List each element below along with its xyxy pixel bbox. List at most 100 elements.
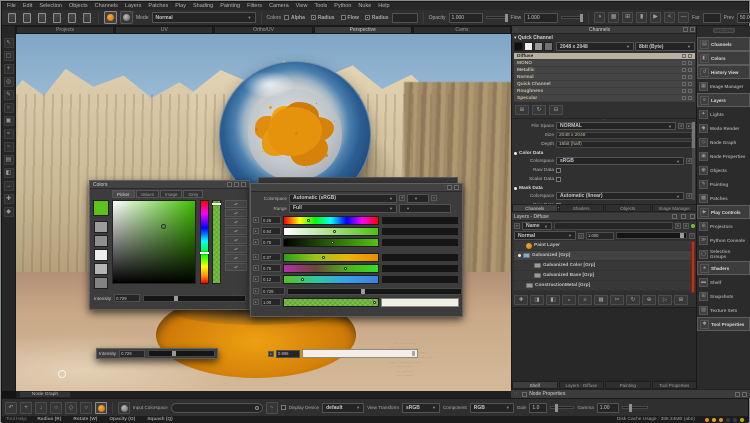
green-value[interactable]: 0.75 — [261, 264, 281, 272]
cache-cell[interactable] — [682, 75, 686, 79]
color-swatch[interactable] — [94, 249, 108, 261]
mask-colorspace-select[interactable]: Automatic (linear)▼ — [556, 192, 684, 200]
flow-slider[interactable] — [561, 16, 583, 19]
menu-item[interactable]: Nuke — [358, 3, 371, 9]
nav-tool-button[interactable]: + — [20, 402, 32, 414]
expand-icon[interactable]: ▸ — [253, 217, 259, 223]
menu-item[interactable]: Patches — [148, 3, 168, 9]
channel-row[interactable]: Specular — [514, 95, 695, 102]
toolbar-icon[interactable]: ▶ — [650, 12, 661, 23]
palette-item[interactable]: ⊕Projectors — [697, 219, 750, 233]
erase-tool-button[interactable] — [120, 11, 133, 24]
nav-tool-button[interactable]: ◇ — [65, 402, 77, 414]
menu-item[interactable]: Play — [175, 3, 186, 9]
close-icon[interactable] — [454, 185, 459, 190]
collapse-icon[interactable] — [683, 27, 688, 32]
color-data-section[interactable]: Color Data — [514, 149, 692, 157]
saturation-slider[interactable] — [283, 227, 379, 236]
gamma-field[interactable]: 1.00 — [597, 403, 619, 413]
archive-icon[interactable] — [83, 13, 91, 23]
value-field[interactable]: 0.995 — [276, 350, 300, 358]
menu-item[interactable]: Filters — [247, 3, 262, 9]
viewport-tab[interactable]: Ortho/UV — [214, 26, 312, 34]
minimize-icon[interactable] — [227, 182, 232, 187]
reset-button[interactable]: ↺ — [678, 123, 684, 129]
red-slider[interactable] — [283, 253, 379, 262]
detach-icon[interactable] — [234, 182, 239, 187]
expand-icon[interactable]: ▸ — [253, 228, 259, 234]
nav-tool-button[interactable]: ○ — [80, 402, 92, 414]
layers-scrollbar[interactable] — [691, 241, 695, 293]
sc rollbar[interactable] — [692, 122, 695, 200]
expand-icon[interactable]: ▸ — [253, 239, 259, 245]
colormap-dialog-titlebar[interactable] — [251, 184, 462, 192]
menu-item[interactable]: Edit — [23, 3, 32, 9]
tool-button[interactable]: ▤ — [4, 155, 14, 165]
save-project-icon[interactable] — [38, 13, 46, 23]
expand-icon[interactable]: ▸ — [253, 254, 259, 260]
remove-channel-button[interactable]: ⊟ — [549, 105, 563, 115]
expand-icon[interactable]: ▸ — [253, 299, 259, 305]
layer-action-button[interactable]: ↻ — [626, 295, 640, 305]
hue-value[interactable]: 0.26 — [261, 216, 281, 224]
reset-button[interactable]: ↺ — [399, 195, 405, 201]
drag-handle-icon[interactable]: ∷ — [514, 27, 518, 33]
value-slider[interactable] — [283, 238, 379, 247]
history-icon[interactable]: ↻ — [675, 223, 681, 229]
lock-cell[interactable] — [688, 89, 692, 93]
menu-item[interactable]: Tools — [314, 3, 327, 9]
intensity-field[interactable]: 0.729 — [114, 294, 140, 302]
menu-item[interactable]: Objects — [69, 3, 88, 9]
display-device-select[interactable]: default▼ — [322, 403, 364, 413]
channel-depth-select[interactable]: 8bit (Byte)▼ — [635, 42, 695, 51]
tool-button[interactable]: ✎ — [4, 90, 14, 100]
panel-tab[interactable]: Shaders — [559, 204, 605, 212]
option-checkbox[interactable]: Alpha — [284, 15, 305, 21]
layer-action-button[interactable]: ◧ — [546, 295, 560, 305]
dialog-intensity-slider[interactable] — [287, 288, 462, 295]
quick-channel-row[interactable]: ▾ Quick Channel — [514, 35, 553, 41]
channel-size-select[interactable]: 2048 x 2048▼ — [556, 42, 634, 51]
prev-field[interactable]: 50.000 — [737, 13, 750, 23]
filter-icon[interactable]: ▾ — [514, 223, 520, 229]
palette-item[interactable]: ↺History View — [697, 65, 750, 79]
intensity-slider[interactable] — [143, 295, 246, 302]
toolbar-icon[interactable]: ◑ — [594, 12, 605, 23]
toolbar-icon[interactable]: — — [678, 12, 689, 23]
open-project-icon[interactable] — [23, 13, 31, 23]
channel-row[interactable]: Diffuse — [514, 53, 695, 60]
palette-item[interactable]: ●Shaders — [697, 261, 750, 275]
blue-slider[interactable] — [283, 275, 379, 284]
viewport-tab[interactable]: Perspective — [314, 26, 412, 34]
expand-icon[interactable]: ▸ — [253, 265, 259, 271]
intensity-field[interactable]: 0.729 — [119, 350, 145, 358]
layers-panel-header[interactable]: Layers - Diffuse — [512, 213, 697, 221]
expand-icon[interactable]: ▸ — [268, 351, 274, 357]
nav-tool-button[interactable]: ↓ — [35, 402, 47, 414]
splitter-handle[interactable]: ··· — [512, 118, 697, 121]
sync-channel-button[interactable]: ↻ — [532, 105, 546, 115]
spinner-button[interactable]: ▴▾ — [225, 200, 247, 208]
drag-handle-icon[interactable]: ∷ — [514, 391, 518, 397]
layer-row[interactable]: Galvanized [Grp] — [514, 251, 695, 261]
channel-row[interactable]: MONO — [514, 60, 695, 67]
palette-item[interactable]: ▶Play Controls — [697, 205, 750, 219]
colors-tab[interactable]: Picker — [112, 190, 135, 198]
far-field[interactable] — [703, 13, 721, 23]
palette-item[interactable]: ◇Node Graph — [697, 135, 750, 149]
palette-item[interactable]: ▢Selection Groups — [697, 247, 750, 261]
tool-button[interactable]: ▢ — [4, 51, 14, 61]
cache-cell[interactable] — [682, 89, 686, 93]
close-icon[interactable] — [241, 182, 246, 187]
minimize-icon[interactable] — [447, 185, 452, 190]
gray-swatch[interactable] — [544, 42, 553, 51]
current-color-swatch[interactable] — [93, 200, 109, 216]
menu-item[interactable]: Shading — [193, 3, 213, 9]
layer-action-button[interactable]: ▦ — [594, 295, 608, 305]
tool-button[interactable]: ▣ — [4, 116, 14, 126]
saturation-value[interactable]: 0.84 — [261, 227, 281, 235]
cache-cell[interactable] — [682, 68, 686, 72]
collapse-icon[interactable] — [735, 392, 740, 397]
component-select[interactable]: RGB▼ — [470, 403, 514, 413]
panel-tab[interactable]: Image Manager — [652, 204, 698, 212]
